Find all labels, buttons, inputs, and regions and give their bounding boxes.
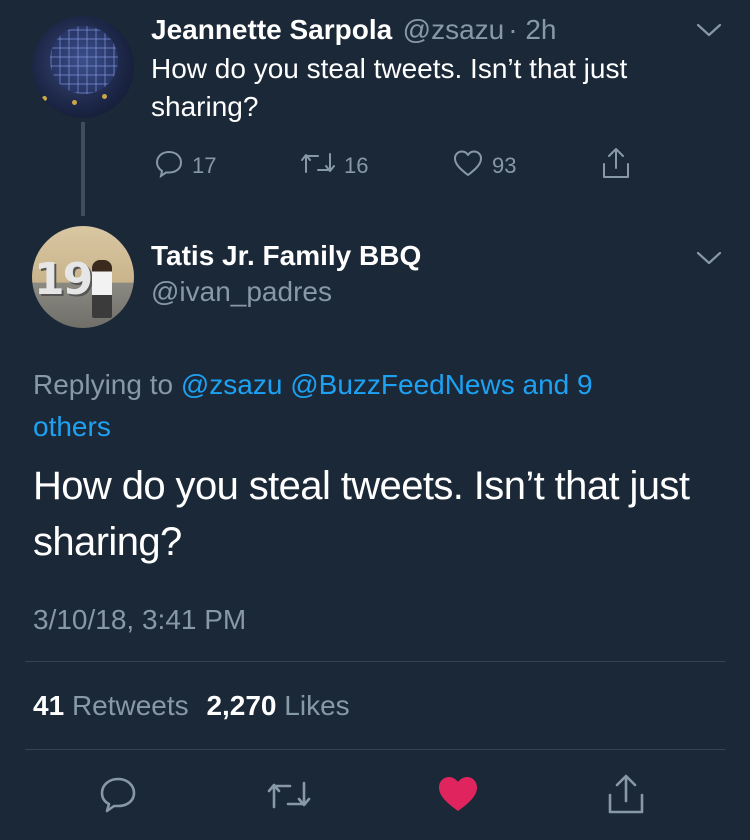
display-name[interactable]: Tatis Jr. Family BBQ <box>151 240 421 272</box>
chevron-down-icon[interactable] <box>696 250 722 266</box>
divider <box>25 661 725 662</box>
retweets-label: Retweets <box>71 690 189 721</box>
retweets-stat[interactable]: 41 Retweets <box>33 690 196 721</box>
reply-count: 17 <box>192 153 217 178</box>
tweet-time: · 2h <box>508 14 557 45</box>
retweet-count: 16 <box>344 153 369 178</box>
tweet-stats: 41 Retweets 2,270 Likes <box>33 690 350 722</box>
like-count: 93 <box>492 153 517 178</box>
like-button[interactable]: 93 <box>452 148 516 184</box>
chevron-down-icon[interactable] <box>696 22 722 38</box>
reply-icon[interactable] <box>98 774 138 814</box>
retweets-count: 41 <box>33 690 65 721</box>
replying-prefix: Replying to <box>33 369 174 400</box>
thread-connector <box>81 122 85 216</box>
share-icon[interactable] <box>605 772 647 816</box>
reply-icon <box>154 148 184 184</box>
avatar[interactable]: 19 <box>32 226 134 328</box>
tweet-text: How do you steal tweets. Isn’t that just… <box>33 464 690 564</box>
likes-label: Likes <box>284 690 350 721</box>
retweet-button[interactable]: 16 <box>300 148 368 184</box>
heart-icon <box>452 148 484 184</box>
reply-button[interactable]: 17 <box>154 148 216 184</box>
tweet-header: Jeannette Sarpola @zsazu · 2h <box>151 14 556 46</box>
likes-stat[interactable]: 2,270 Likes <box>206 690 349 721</box>
share-button[interactable] <box>600 146 632 186</box>
avatar-image <box>92 260 112 318</box>
likes-count: 2,270 <box>206 690 277 721</box>
user-handle[interactable]: @ivan_padres <box>151 276 332 308</box>
replying-to: Replying to @zsazu @BuzzFeedNews and 9 o… <box>33 364 673 448</box>
heart-icon[interactable] <box>436 774 480 814</box>
tweet-text: How do you steal tweets. Isn’t that just… <box>151 53 628 122</box>
display-name[interactable]: Jeannette Sarpola <box>151 14 392 45</box>
avatar[interactable] <box>32 16 134 118</box>
retweet-icon <box>300 148 336 184</box>
user-handle[interactable]: @zsazu <box>403 14 505 45</box>
avatar-image <box>50 26 118 94</box>
tweet-timestamp: 3/10/18, 3:41 PM <box>33 604 247 635</box>
retweet-icon[interactable] <box>266 776 312 814</box>
divider <box>25 749 725 750</box>
avatar-number: 19 <box>34 254 93 305</box>
share-icon <box>600 146 632 186</box>
